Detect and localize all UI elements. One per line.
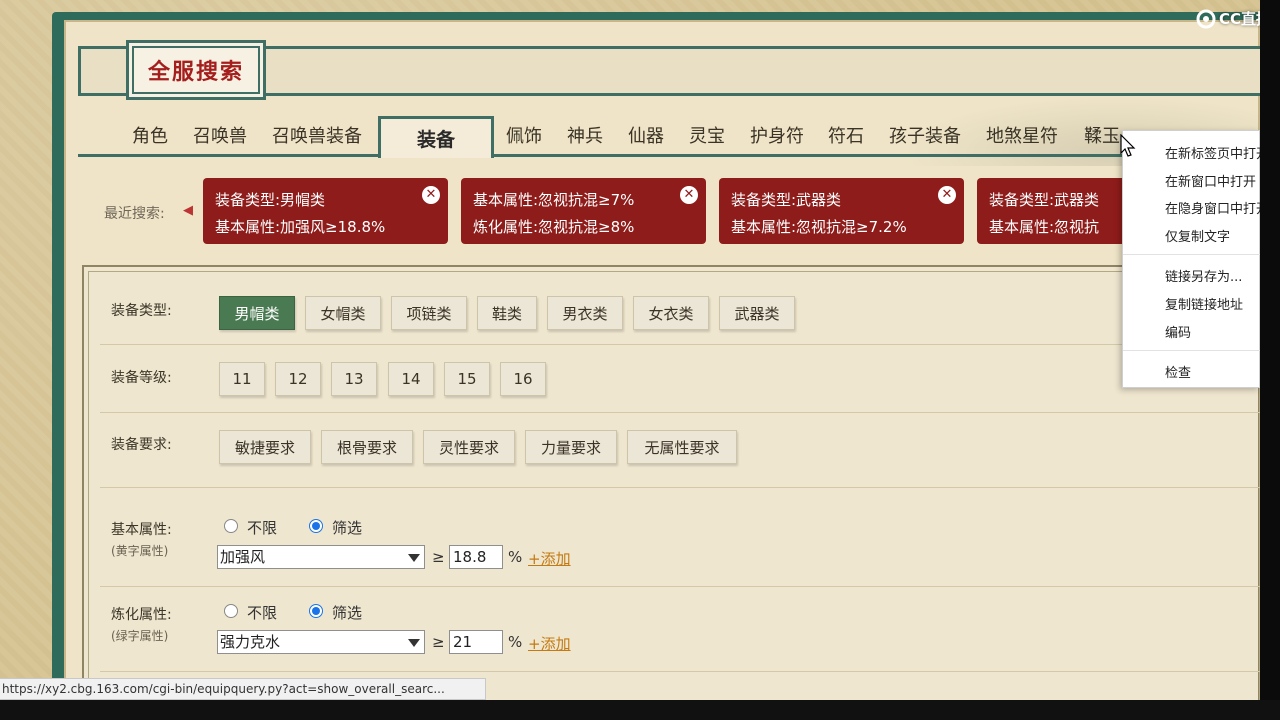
context-menu: 在新标签页中打开 在新窗口中打开 在隐身窗口中打开 仅复制文字 链接另存为...… (1122, 130, 1269, 388)
tab-accessory[interactable]: 佩饰 (506, 122, 542, 152)
recent-search-label: 最近搜索: (104, 206, 165, 222)
menu-open-new-tab[interactable]: 在新标签页中打开 (1165, 143, 1269, 162)
add-base-attr-link[interactable]: +添加 (528, 548, 571, 569)
radio-filter-label: 筛选 (332, 604, 363, 622)
page-title-badge: 全服搜索 (126, 40, 266, 100)
menu-copy-text[interactable]: 仅复制文字 (1165, 226, 1230, 245)
option-weapon[interactable]: 武器类 (719, 296, 795, 330)
base-attr-sublabel: (黄字属性) (111, 544, 169, 558)
menu-open-incognito[interactable]: 在隐身窗口中打开 (1165, 198, 1269, 217)
percent-sign: % (508, 633, 523, 651)
select-value: 加强风 (220, 548, 266, 566)
option-no-attr-req[interactable]: 无属性要求 (627, 430, 737, 464)
close-icon[interactable]: ✕ (938, 186, 956, 204)
select-value: 强力克水 (220, 633, 281, 651)
tab-divine-weapon[interactable]: 神兵 (567, 122, 603, 152)
menu-separator (1123, 254, 1261, 255)
close-icon[interactable]: ✕ (680, 186, 698, 204)
option-level-16[interactable]: 16 (500, 362, 546, 396)
screen-edge-bottom (0, 700, 1280, 720)
menu-inspect[interactable]: 检查 (1165, 362, 1191, 381)
option-level-15[interactable]: 15 (444, 362, 490, 396)
option-female-hat[interactable]: 女帽类 (305, 296, 381, 330)
row-divider (100, 344, 1260, 345)
menu-copy-link-address[interactable]: 复制链接地址 (1165, 294, 1243, 313)
option-level-12[interactable]: 12 (275, 362, 321, 396)
chip-line: 基本属性:忽视抗混≥7% (473, 191, 635, 209)
ge-symbol: ≥ (432, 548, 445, 566)
radio-filter[interactable] (309, 519, 323, 533)
tab-amulet[interactable]: 护身符 (750, 122, 804, 152)
option-level-14[interactable]: 14 (388, 362, 434, 396)
option-strength-req[interactable]: 力量要求 (525, 430, 617, 464)
chevron-down-icon (408, 639, 420, 647)
option-necklace[interactable]: 项链类 (391, 296, 467, 330)
refine-attr-select[interactable]: 强力克水 (217, 630, 425, 654)
chip-line: 装备类型:男帽类 (215, 191, 326, 209)
tab-role[interactable]: 角色 (132, 122, 168, 152)
base-attr-value-input[interactable]: 18.8 (449, 545, 503, 569)
ge-symbol: ≥ (432, 633, 445, 651)
option-level-11[interactable]: 11 (219, 362, 265, 396)
tab-summon-equip[interactable]: 召唤兽装备 (272, 122, 362, 152)
menu-separator (1123, 350, 1261, 351)
row-divider (100, 412, 1260, 413)
recent-search-chip[interactable]: 装备类型:男帽类 基本属性:加强风≥18.8% ✕ (203, 178, 448, 244)
tab-child-equip[interactable]: 孩子装备 (889, 122, 961, 152)
tab-rune-stone[interactable]: 符石 (828, 122, 864, 152)
option-female-clothes[interactable]: 女衣类 (633, 296, 709, 330)
menu-encoding[interactable]: 编码 (1165, 322, 1191, 341)
chip-line: 基本属性:加强风≥18.8% (215, 218, 386, 236)
recent-search-chip[interactable]: 装备类型:武器类 基本属性:忽视抗混≥7.2% ✕ (719, 178, 964, 244)
tab-summon[interactable]: 召唤兽 (193, 122, 247, 152)
tab-spirit-treasure[interactable]: 灵宝 (689, 122, 725, 152)
chip-line: 炼化属性:忽视抗混≥8% (473, 218, 635, 236)
chip-line: 装备类型:武器类 (731, 191, 842, 209)
menu-open-new-window[interactable]: 在新窗口中打开 (1165, 171, 1256, 190)
radio-filter[interactable] (309, 604, 323, 618)
option-spirit-req[interactable]: 灵性要求 (423, 430, 515, 464)
tabs-underline (78, 154, 1260, 157)
radio-unlimited-label: 不限 (247, 519, 278, 537)
tab-jade[interactable]: 鞣玉 (1084, 122, 1120, 152)
recent-scroll-left-icon[interactable]: ◀ (183, 203, 193, 218)
tab-equipment[interactable]: 装备 (378, 116, 494, 158)
equip-requirement-label: 装备要求: (111, 437, 172, 453)
status-bar-url: https://xy2.cbg.163.com/cgi-bin/equipque… (0, 678, 486, 700)
equip-level-label: 装备等级: (111, 370, 172, 386)
radio-unlimited[interactable] (224, 519, 238, 533)
radio-filter-label: 筛选 (332, 519, 363, 537)
radio-unlimited-label: 不限 (247, 604, 278, 622)
tab-star-talisman[interactable]: 地煞星符 (986, 122, 1058, 152)
menu-save-link-as[interactable]: 链接另存为... (1165, 266, 1242, 285)
base-attr-label: 基本属性: (111, 522, 172, 538)
recent-search-chip[interactable]: 基本属性:忽视抗混≥7% 炼化属性:忽视抗混≥8% ✕ (461, 178, 706, 244)
add-refine-attr-link[interactable]: +添加 (528, 633, 571, 654)
row-divider (100, 586, 1260, 587)
row-divider (100, 671, 1260, 672)
screen-edge-right (1260, 0, 1280, 720)
cc-live-logo-icon (1196, 9, 1216, 28)
option-male-clothes[interactable]: 男衣类 (547, 296, 623, 330)
chip-line: 基本属性:忽视抗混≥7.2% (731, 218, 907, 236)
refine-attr-label: 炼化属性: (111, 607, 172, 623)
refine-attr-sublabel: (绿字属性) (111, 629, 169, 643)
option-agility-req[interactable]: 敏捷要求 (219, 430, 311, 464)
chevron-down-icon (408, 554, 420, 562)
mouse-cursor-icon (1120, 134, 1136, 157)
option-male-hat[interactable]: 男帽类 (219, 296, 295, 330)
option-constitution-req[interactable]: 根骨要求 (321, 430, 413, 464)
option-level-13[interactable]: 13 (331, 362, 377, 396)
tab-immortal-artifact[interactable]: 仙器 (628, 122, 664, 152)
row-divider (100, 487, 1260, 488)
equip-type-label: 装备类型: (111, 303, 172, 319)
base-attr-select[interactable]: 加强风 (217, 545, 425, 569)
page-title: 全服搜索 (147, 59, 244, 85)
close-icon[interactable]: ✕ (422, 186, 440, 204)
radio-unlimited[interactable] (224, 604, 238, 618)
percent-sign: % (508, 548, 523, 566)
option-shoes[interactable]: 鞋类 (477, 296, 537, 330)
refine-attr-value-input[interactable]: 21 (449, 630, 503, 654)
